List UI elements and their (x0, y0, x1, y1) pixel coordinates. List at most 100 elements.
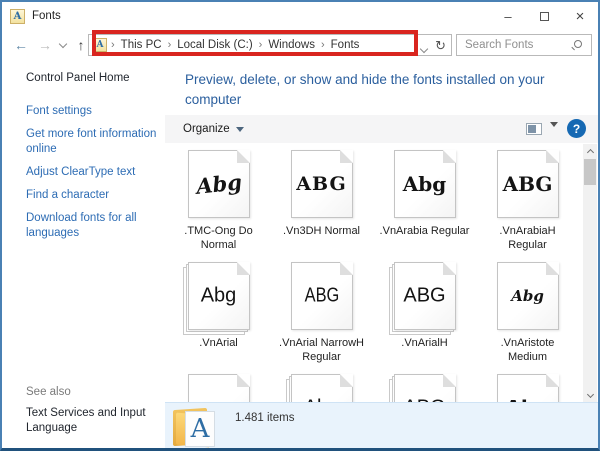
forward-icon: → (38, 37, 52, 53)
search-input[interactable] (457, 35, 591, 55)
breadcrumb-this-pc[interactable]: This PC (119, 39, 164, 51)
font-preview-glyphs: ABG (502, 172, 553, 196)
maximize-button[interactable] (526, 2, 562, 30)
page-with-folded-corner: Abg (290, 374, 353, 402)
font-card[interactable]: ABG .VnArialH (373, 260, 476, 372)
fonts-folder-icon: A (93, 38, 107, 52)
font-file-icon: Abg (393, 150, 456, 218)
font-preview-glyphs: Abg (511, 287, 544, 305)
breadcrumb-separator-icon: › (111, 39, 115, 51)
window-controls: – × (490, 2, 598, 30)
sidebar-item-download-fonts[interactable]: Download fonts for all languages (26, 211, 157, 241)
font-card[interactable]: Abg .VnArial (167, 260, 270, 372)
address-dropdown-button[interactable] (419, 39, 429, 57)
back-button[interactable]: ← (10, 30, 32, 60)
page-with-folded-corner: ABG (290, 262, 353, 330)
breadcrumb-local-disk-c[interactable]: Local Disk (C:) (175, 39, 254, 51)
breadcrumb-windows[interactable]: Windows (266, 39, 317, 51)
breadcrumb: › This PC › Local Disk (C:) › Windows › … (107, 39, 451, 51)
scroll-up-button[interactable] (583, 144, 597, 158)
up-icon: ↑ (77, 37, 85, 53)
fonts-explorer-window: A Fonts – × ← → ↑ A › This PC › Local Di… (0, 0, 600, 451)
chevron-down-icon (586, 390, 594, 398)
breadcrumb-separator-icon: › (258, 39, 263, 51)
page-with-folded-corner (187, 374, 250, 402)
font-card[interactable] (167, 372, 270, 402)
font-card[interactable]: ABG .Vn3DH Normal (270, 148, 373, 260)
close-icon: × (575, 7, 585, 25)
title-bar: A Fonts – × (2, 2, 598, 30)
page-with-folded-corner: Abg (496, 262, 559, 330)
command-toolbar: Organize ? (165, 115, 598, 145)
sidebar-item-find-a-character[interactable]: Find a character (26, 188, 157, 203)
refresh-button[interactable]: ↻ (435, 38, 446, 54)
font-file-icon: ABG (290, 262, 353, 330)
font-preview-glyphs: ABG (296, 173, 347, 195)
see-also-label: See also (26, 386, 71, 399)
fonts-folder-icon: A (173, 405, 217, 448)
organize-button[interactable]: Organize (183, 123, 244, 135)
sidebar-item-get-more-font-info[interactable]: Get more font information online (26, 127, 157, 157)
content-pane: Preview, delete, or show and hide the fo… (165, 60, 598, 448)
window-body: Control Panel Home Font settings Get mor… (2, 60, 598, 448)
font-card[interactable]: ABG (373, 372, 476, 402)
font-card[interactable]: Abg .TMC-Ong Do Normal (167, 148, 270, 260)
back-icon: ← (14, 37, 28, 53)
font-family-stacked-file-icon: ABG (388, 262, 456, 335)
font-name-label: .VnArabiaH Regular (499, 225, 556, 252)
sidebar-item-adjust-cleartype[interactable]: Adjust ClearType text (26, 165, 157, 180)
font-card[interactable]: Abg .VnAristote Medium (476, 260, 579, 372)
window-title: Fonts (32, 10, 61, 22)
sidebar-item-text-services[interactable]: Text Services and Input Language (26, 406, 157, 436)
font-card[interactable]: ABG .VnArial NarrowH Regular (270, 260, 373, 372)
view-options-button[interactable] (544, 122, 558, 145)
page-with-folded-corner: Abg (496, 374, 559, 402)
vertical-scrollbar[interactable] (583, 144, 597, 402)
sidebar-item-control-panel-home[interactable]: Control Panel Home (26, 72, 157, 84)
font-file-icon: Abg (496, 262, 559, 330)
scrollbar-thumb[interactable] (584, 159, 596, 185)
font-file-icon: Abg (496, 374, 559, 402)
chevron-down-icon (58, 39, 68, 48)
sidebar: Control Panel Home Font settings Get mor… (2, 60, 165, 448)
recent-locations-button[interactable] (56, 30, 70, 60)
page-with-folded-corner: Abg (393, 150, 456, 218)
scroll-down-button[interactable] (583, 388, 597, 402)
breadcrumb-fonts[interactable]: Fonts (329, 39, 362, 51)
font-name-label: .VnAristote Medium (500, 337, 555, 364)
font-card[interactable]: Abg .VnArabia Regular (373, 148, 476, 260)
close-button[interactable]: × (562, 2, 598, 30)
help-button[interactable]: ? (567, 119, 586, 138)
font-card[interactable]: Abg (476, 372, 579, 402)
font-name-label: .VnArabia Regular (379, 225, 470, 237)
page-with-folded-corner: ABG (290, 150, 353, 218)
font-family-stacked-file-icon: Abg (285, 374, 353, 402)
forward-button[interactable]: → (34, 30, 56, 60)
breadcrumb-separator-icon: › (320, 39, 325, 51)
items-count: 1.481 items (235, 412, 295, 424)
font-card[interactable]: Abg (270, 372, 373, 402)
change-view-icon[interactable] (526, 123, 542, 135)
sidebar-item-font-settings[interactable]: Font settings (26, 104, 157, 119)
page-with-folded-corner: ABG (496, 150, 559, 218)
help-icon: ? (572, 121, 581, 136)
font-file-icon: Abg (187, 150, 250, 218)
font-preview-glyphs: Abg (200, 284, 237, 307)
chevron-down-icon (235, 126, 244, 132)
font-name-label: .Vn3DH Normal (282, 225, 361, 237)
font-preview-glyphs: Abg (194, 169, 243, 199)
font-preview-glyphs: ABG (403, 284, 446, 307)
maximize-icon (539, 11, 549, 21)
minimize-icon: – (504, 8, 512, 24)
page-with-folded-corner: Abg (187, 262, 250, 330)
status-bar: A 1.481 items (165, 402, 598, 448)
organize-label: Organize (183, 123, 230, 135)
page-with-folded-corner: ABG (393, 262, 456, 330)
chevron-down-icon (550, 122, 558, 144)
address-bar[interactable]: A › This PC › Local Disk (C:) › Windows … (88, 34, 452, 56)
search-icon[interactable] (574, 40, 582, 48)
font-card[interactable]: ABG .VnArabiaH Regular (476, 148, 579, 260)
minimize-button[interactable]: – (490, 2, 526, 30)
page-with-folded-corner: ABG (393, 374, 456, 402)
font-family-stacked-file-icon: Abg (182, 262, 250, 335)
